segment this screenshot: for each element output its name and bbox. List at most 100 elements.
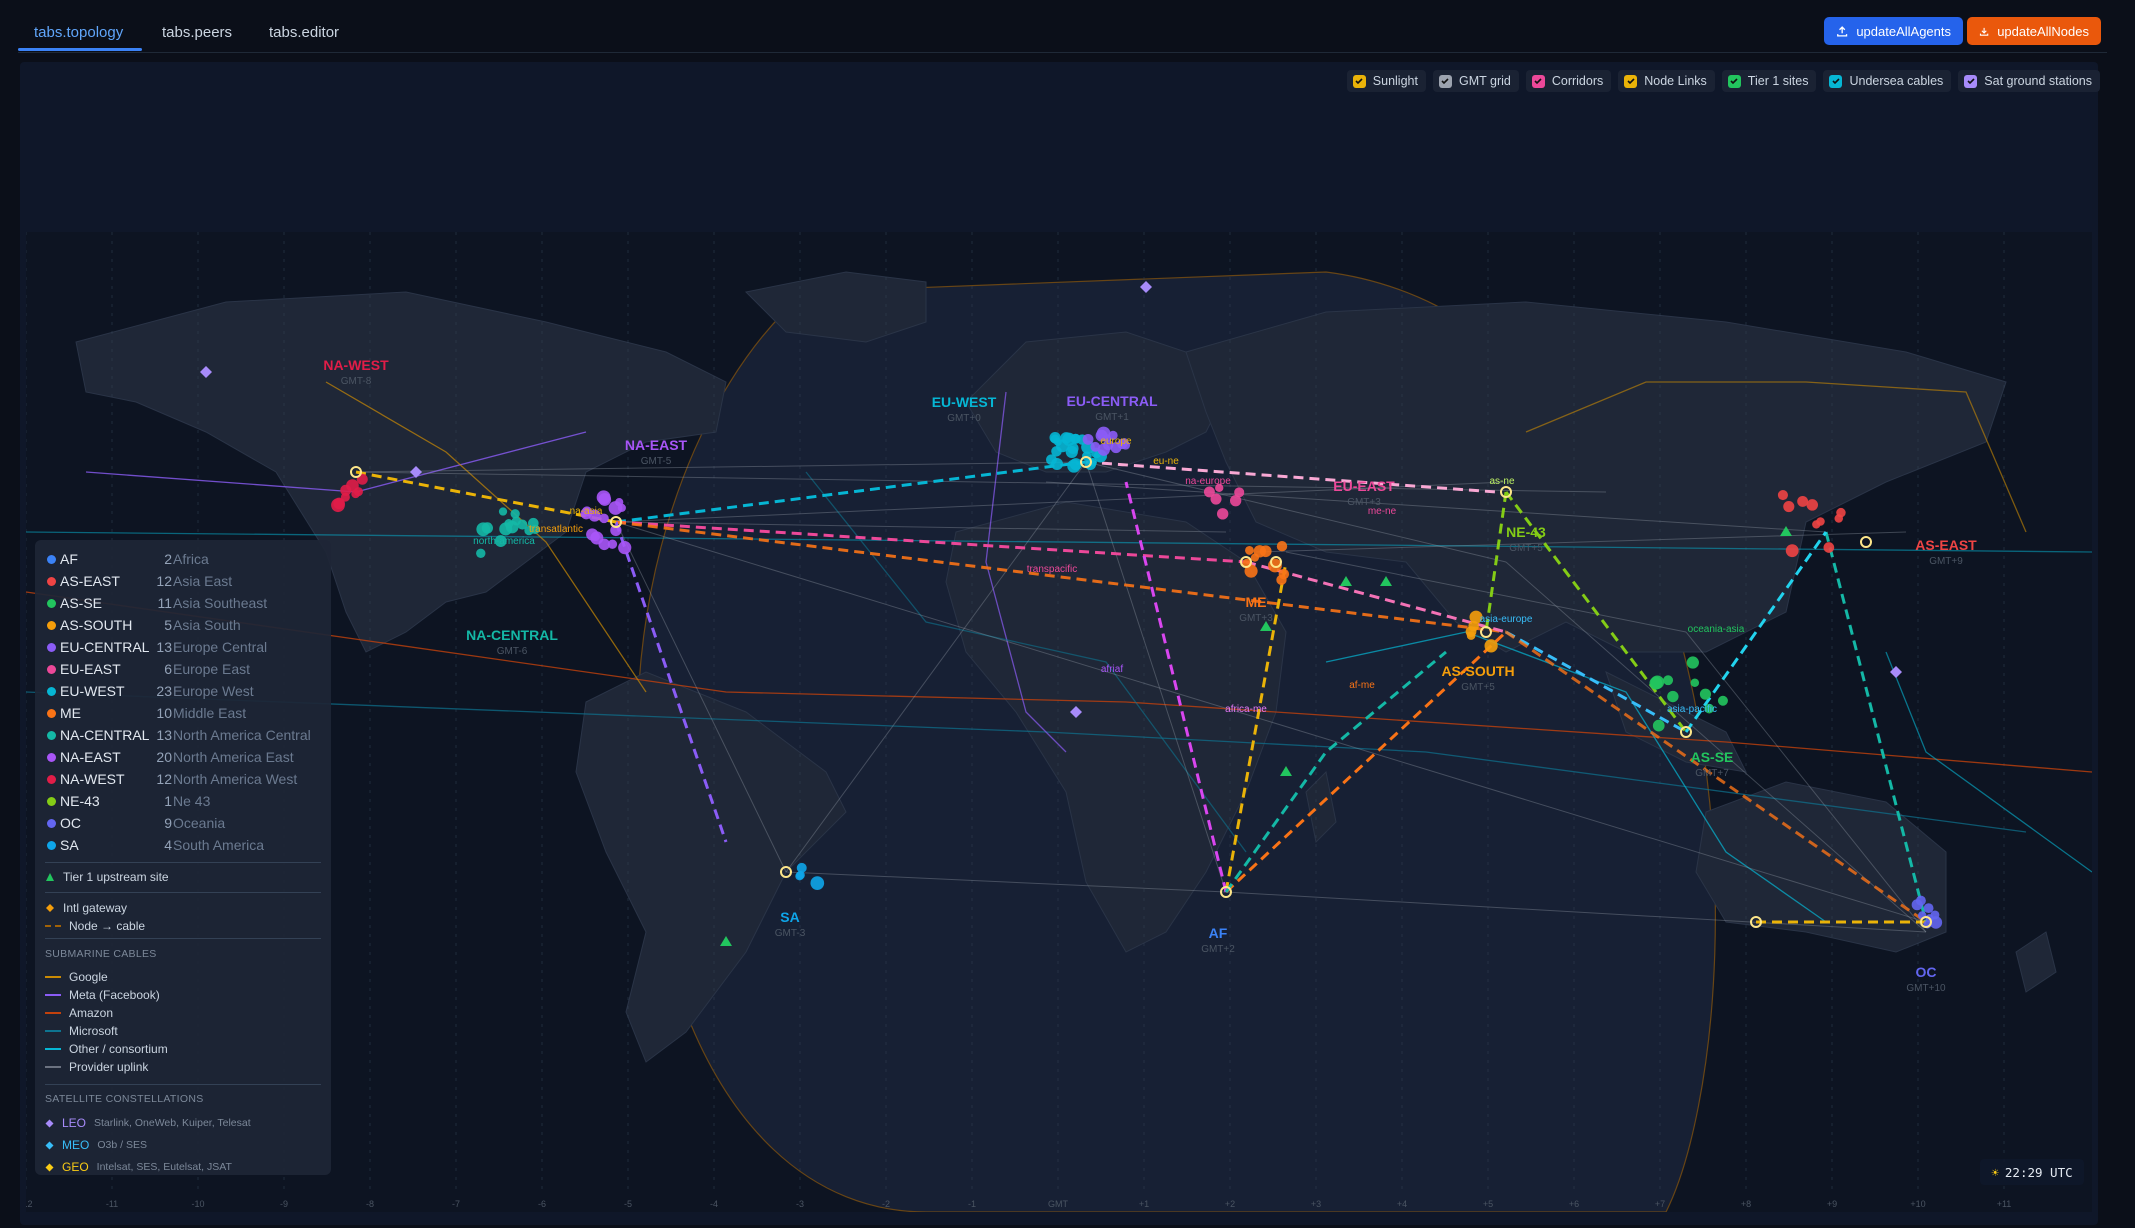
node-marker[interactable] bbox=[598, 493, 612, 506]
node-marker[interactable] bbox=[1060, 432, 1073, 444]
node-marker[interactable] bbox=[1663, 675, 1674, 686]
node-marker[interactable] bbox=[1259, 545, 1272, 558]
node-marker[interactable] bbox=[1690, 678, 1700, 688]
toggle-undersea-cables[interactable]: Undersea cables bbox=[1823, 70, 1952, 92]
region-label-eu-west[interactable]: EU-WEST bbox=[932, 394, 997, 410]
region-label-eu-central[interactable]: EU-CENTRAL bbox=[1067, 393, 1158, 409]
node-marker[interactable] bbox=[1230, 495, 1242, 507]
legend-region-eu-east[interactable]: EU-EAST 6 Europe East bbox=[47, 660, 337, 678]
tab-editor[interactable]: tabs.editor bbox=[269, 24, 339, 41]
node-marker[interactable] bbox=[1783, 500, 1795, 513]
toggle-corridors[interactable]: Corridors bbox=[1525, 70, 1612, 92]
node-marker[interactable] bbox=[1911, 899, 1923, 911]
node-marker[interactable] bbox=[1806, 499, 1819, 511]
legend-region-na-west[interactable]: NA-WEST 12 North America West bbox=[47, 770, 337, 788]
region-label-as-se[interactable]: AS-SE bbox=[1691, 749, 1734, 765]
checkbox[interactable] bbox=[1829, 74, 1843, 88]
toggle-sat-ground-stations[interactable]: Sat ground stations bbox=[1958, 70, 2100, 92]
node-marker[interactable] bbox=[1652, 719, 1665, 732]
node-marker[interactable] bbox=[1050, 434, 1060, 444]
node-marker[interactable] bbox=[618, 541, 632, 555]
checkbox[interactable] bbox=[1727, 74, 1741, 88]
node-marker[interactable] bbox=[1923, 903, 1934, 914]
node-marker[interactable] bbox=[1216, 508, 1229, 520]
node-marker[interactable] bbox=[498, 507, 508, 516]
region-label-sa[interactable]: SA bbox=[780, 909, 799, 925]
node-marker[interactable] bbox=[615, 498, 624, 507]
legend-region-oc[interactable]: OC 9 Oceania bbox=[47, 814, 337, 832]
toggle-sunlight[interactable]: Sunlight bbox=[1346, 70, 1426, 92]
region-label-na-west[interactable]: NA-WEST bbox=[323, 357, 389, 373]
legend-region-sa[interactable]: SA 4 South America bbox=[47, 836, 337, 854]
region-label-eu-east[interactable]: EU-EAST bbox=[1333, 478, 1395, 494]
node-marker[interactable] bbox=[1836, 507, 1846, 518]
checkbox[interactable] bbox=[1438, 74, 1452, 88]
tab-topology[interactable]: tabs.topology bbox=[34, 24, 123, 41]
legend-region-na-central[interactable]: NA-CENTRAL 13 North America Central bbox=[47, 726, 337, 744]
node-marker[interactable] bbox=[353, 487, 363, 497]
toggle-gmt-grid[interactable]: GMT grid bbox=[1432, 70, 1519, 92]
legend-region-as-south[interactable]: AS-SOUTH 5 Asia South bbox=[47, 616, 337, 634]
node-marker[interactable] bbox=[1278, 568, 1290, 580]
node-marker[interactable] bbox=[1090, 441, 1101, 452]
node-marker[interactable] bbox=[1777, 490, 1788, 501]
checkbox[interactable] bbox=[1964, 74, 1978, 88]
checkbox[interactable] bbox=[1624, 74, 1638, 88]
node-marker[interactable] bbox=[1466, 631, 1476, 640]
node-marker[interactable] bbox=[1210, 493, 1222, 505]
node-marker[interactable] bbox=[1065, 445, 1078, 459]
region-label-na-central[interactable]: NA-CENTRAL bbox=[466, 627, 558, 643]
node-marker[interactable] bbox=[810, 876, 825, 890]
node-marker[interactable] bbox=[1245, 546, 1254, 555]
legend-region-as-east[interactable]: AS-EAST 12 Asia East bbox=[47, 572, 337, 590]
region-label-na-east[interactable]: NA-EAST bbox=[625, 437, 688, 453]
toggle-label: GMT grid bbox=[1458, 74, 1511, 88]
node-marker[interactable] bbox=[1082, 433, 1094, 445]
node-marker[interactable] bbox=[510, 509, 520, 519]
legend-region-eu-central[interactable]: EU-CENTRAL 13 Europe Central bbox=[47, 638, 337, 656]
node-marker[interactable] bbox=[481, 522, 493, 534]
node-marker[interactable] bbox=[796, 870, 805, 880]
legend-region-na-east[interactable]: NA-EAST 20 North America East bbox=[47, 748, 337, 766]
node-marker[interactable] bbox=[1650, 675, 1665, 689]
legend-region-af[interactable]: AF 2 Africa bbox=[47, 550, 337, 568]
node-marker[interactable] bbox=[499, 522, 513, 536]
node-marker[interactable] bbox=[1816, 517, 1825, 526]
node-marker[interactable] bbox=[586, 528, 599, 541]
region-label-af[interactable]: AF bbox=[1209, 925, 1228, 941]
node-marker[interactable] bbox=[1067, 459, 1081, 473]
update-all-nodes-button[interactable]: updateAllNodes bbox=[1967, 17, 2101, 45]
node-marker[interactable] bbox=[1276, 540, 1288, 552]
legend-region-ne-43[interactable]: NE-43 1 Ne 43 bbox=[47, 792, 337, 810]
region-label-as-south[interactable]: AS-SOUTH bbox=[1441, 663, 1514, 679]
region-label-as-east[interactable]: AS-EAST bbox=[1915, 537, 1977, 553]
toggle-tier-1-sites[interactable]: Tier 1 sites bbox=[1721, 70, 1817, 92]
node-marker[interactable] bbox=[1484, 639, 1498, 653]
world-map[interactable]: NA-WEST GMT-8 NA-EAST GMT-5 NA-CENTRAL GMT-6 E… bbox=[19, 232, 2093, 1213]
region-label-me[interactable]: ME bbox=[1246, 594, 1267, 610]
node-marker[interactable] bbox=[1667, 690, 1679, 703]
region-label-ne-43[interactable]: NE-43 bbox=[1506, 524, 1546, 540]
legend-region-me[interactable]: ME 10 Middle East bbox=[47, 704, 337, 722]
node-marker[interactable] bbox=[331, 498, 345, 513]
node-marker[interactable] bbox=[1823, 542, 1835, 553]
corridor-label: afriaf bbox=[1101, 664, 1123, 675]
node-marker[interactable] bbox=[1717, 695, 1728, 706]
node-marker[interactable] bbox=[476, 548, 486, 559]
region-dot bbox=[47, 840, 56, 850]
region-label-oc[interactable]: OC bbox=[1916, 964, 1937, 980]
node-marker[interactable] bbox=[1051, 457, 1063, 470]
node-marker[interactable] bbox=[1797, 495, 1809, 507]
legend-region-as-se[interactable]: AS-SE 11 Asia Southeast bbox=[47, 594, 337, 612]
legend-region-eu-west[interactable]: EU-WEST 23 Europe West bbox=[47, 682, 337, 700]
tab-peers[interactable]: tabs.peers bbox=[162, 24, 232, 41]
node-marker[interactable] bbox=[1686, 656, 1699, 669]
node-marker[interactable] bbox=[607, 539, 618, 549]
checkbox[interactable] bbox=[1531, 74, 1545, 88]
checkbox[interactable] bbox=[1352, 74, 1366, 88]
map-canvas[interactable]: NA-WESTGMT-8NA-EASTGMT-5NA-CENTRALGMT-6E… bbox=[19, 232, 2093, 1213]
toggle-node-links[interactable]: Node Links bbox=[1618, 70, 1715, 92]
node-marker[interactable] bbox=[1785, 544, 1799, 558]
node-marker[interactable] bbox=[1699, 688, 1712, 700]
update-all-agents-button[interactable]: updateAllAgents bbox=[1824, 17, 1963, 45]
